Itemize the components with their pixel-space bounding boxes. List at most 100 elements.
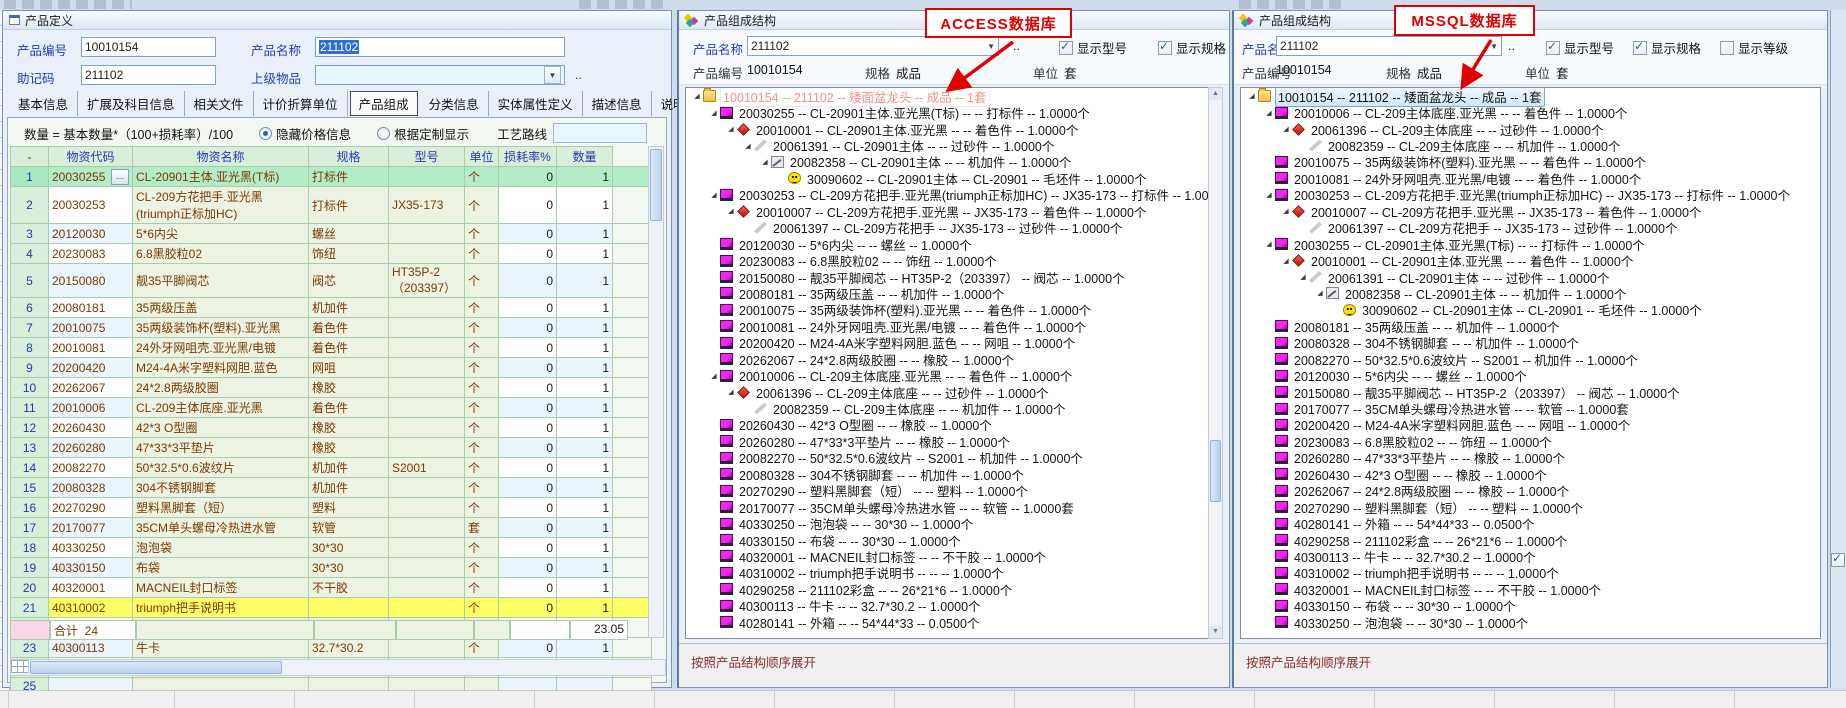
product-name-input[interactable]: 211102 — [315, 37, 565, 57]
product-name-combobox[interactable]: 211102 ▼ — [747, 36, 999, 56]
quantity-cell[interactable]: 1 — [557, 538, 613, 558]
column-header[interactable]: 数量 — [557, 147, 613, 167]
unit-cell[interactable]: 个 — [465, 598, 499, 618]
column-header[interactable]: 物资名称 — [133, 147, 309, 167]
row-number-cell[interactable]: 10 — [11, 378, 49, 398]
material-name-cell[interactable]: 50*32.5*0.6波纹片 — [133, 458, 309, 478]
tree-node[interactable]: 20010006 -- CL-209主体底座.亚光黑 -- -- 着色件 -- … — [686, 367, 1222, 383]
tree-node[interactable]: 20082270 -- 50*32.5*0.6波纹片 -- S2001 -- 机… — [1241, 351, 1820, 367]
model-cell[interactable] — [389, 318, 465, 338]
unit-cell[interactable]: 个 — [465, 187, 499, 224]
tree-node[interactable]: 40310002 -- triumph把手说明书 -- -- -- 1.0000… — [686, 565, 1222, 581]
tree-expander-icon[interactable] — [726, 207, 736, 215]
table-row[interactable]: 16 20270290 … 塑料黑脚套（短） 塑料 个 0 1 — [11, 498, 652, 518]
material-code-cell[interactable]: 20200420 … — [49, 358, 133, 378]
table-row[interactable]: 17 20170077 … 35CM单头螺母冷热进水管 软管 套 0 1 — [11, 518, 652, 538]
toolbar-icons-middle[interactable] — [579, 0, 669, 9]
unit-cell[interactable]: 个 — [465, 358, 499, 378]
table-row[interactable]: 4 20230083 … 6.8黑胶粒02 饰纽 个 0 1 — [11, 244, 652, 264]
quantity-cell[interactable]: 1 — [557, 438, 613, 458]
scrollbar-thumb[interactable] — [1210, 440, 1221, 502]
table-row[interactable]: 11 20010006 … CL-209主体底座.亚光黑 着色件 个 0 1 — [11, 398, 652, 418]
spec-cell[interactable]: 30*30 — [309, 538, 389, 558]
tree-node[interactable]: 20061396 -- CL-209主体底座 -- -- 过砂件 -- 1.00… — [1241, 121, 1820, 137]
material-code-cell[interactable]: 20170077 … — [49, 518, 133, 538]
tree-node[interactable]: 20262067 -- 24*2.8两级胶圈 -- -- 橡胶 -- 1.000… — [1241, 483, 1820, 499]
material-name-cell[interactable]: triumph把手说明书 — [133, 598, 309, 618]
spec-cell[interactable]: 软管 — [309, 518, 389, 538]
tree-expander-icon[interactable] — [709, 372, 719, 380]
tab[interactable]: 实体属性定义 — [489, 91, 583, 116]
model-cell[interactable] — [389, 358, 465, 378]
model-cell[interactable]: JX35-173 — [389, 187, 465, 224]
column-header[interactable]: 损耗率% — [499, 147, 557, 167]
tree-node[interactable]: 10010154 -- 211102 -- 矮面盆龙头 -- 成品 -- 1套 — [1241, 88, 1820, 104]
spec-cell[interactable]: 橡胶 — [309, 378, 389, 398]
material-code-cell[interactable]: 40300113 … — [49, 638, 133, 658]
material-code-cell[interactable]: 20270290 … — [49, 498, 133, 518]
material-name-cell[interactable]: 24*2.8两级胶圈 — [133, 378, 309, 398]
unit-cell[interactable]: 个 — [465, 224, 499, 244]
table-row[interactable]: 12 20260430 … 42*3 O型圈 橡胶 个 0 1 — [11, 418, 652, 438]
spec-cell[interactable]: 橡胶 — [309, 418, 389, 438]
material-code-cell[interactable]: 20120030 … — [49, 224, 133, 244]
material-code-cell[interactable]: 40320001 … — [49, 578, 133, 598]
tree-node[interactable]: 40320001 -- MACNEIL封口标签 -- -- 不干胶 -- 1.0… — [686, 548, 1222, 564]
tree-node[interactable]: 20260430 -- 42*3 O型圈 -- -- 橡胶 -- 1.0000个 — [686, 417, 1222, 433]
quantity-cell[interactable]: 1 — [557, 167, 613, 187]
row-number-cell[interactable]: 2 — [11, 187, 49, 224]
tree-expander-icon[interactable] — [692, 92, 702, 100]
tree-expander-icon[interactable] — [1264, 240, 1274, 248]
unit-cell[interactable]: 个 — [465, 338, 499, 358]
scrollbar-thumb[interactable] — [30, 661, 282, 674]
material-name-cell[interactable]: 47*33*3平垫片 — [133, 438, 309, 458]
spec-cell[interactable]: 32.7*30.2 — [309, 638, 389, 658]
tree-node[interactable]: 40300113 -- 牛卡 -- -- 32.7*30.2 -- 1.0000… — [686, 598, 1222, 614]
spec-cell[interactable]: 着色件 — [309, 398, 389, 418]
loss-rate-cell[interactable]: 0 — [499, 318, 557, 338]
parent-item-browse[interactable]: .. — [575, 68, 582, 82]
tree-expander-icon[interactable] — [1281, 125, 1291, 133]
row-number-cell[interactable]: 6 — [11, 298, 49, 318]
model-cell[interactable] — [389, 298, 465, 318]
toolbar-icons-right[interactable] — [1239, 0, 1347, 9]
mnemonic-input[interactable]: 211102 — [81, 65, 216, 85]
tree-expander-icon[interactable] — [726, 388, 736, 396]
tree-node[interactable]: 20061397 -- CL-209方花把手 -- JX35-173 -- 过砂… — [1241, 220, 1820, 236]
row-number-cell[interactable]: 14 — [11, 458, 49, 478]
row-number-cell[interactable]: 21 — [11, 598, 49, 618]
tree-node[interactable]: 40290258 -- 211102彩盒 -- -- 26*21*6 -- 1.… — [686, 581, 1222, 597]
quantity-cell[interactable]: 1 — [557, 187, 613, 224]
material-name-cell[interactable]: 布袋 — [133, 558, 309, 578]
model-cell[interactable] — [389, 438, 465, 458]
table-row[interactable]: 8 20010081 … 24外牙网咀壳.亚光黑/电镀 着色件 个 0 1 — [11, 338, 652, 358]
tab[interactable]: 分类信息 — [420, 91, 489, 116]
unit-cell[interactable]: 个 — [465, 638, 499, 658]
tree-node[interactable]: 10010154 -- 211102 -- 矮面盆龙头 -- 成品 -- 1套 — [686, 88, 1222, 104]
material-name-cell[interactable]: 304不锈钢脚套 — [133, 478, 309, 498]
table-vertical-scrollbar[interactable] — [648, 146, 664, 638]
tree-node[interactable]: 20262067 -- 24*2.8两级胶圈 -- -- 橡胶 -- 1.000… — [686, 351, 1222, 367]
spec-cell[interactable]: 着色件 — [309, 338, 389, 358]
grid-nav-icon[interactable] — [11, 660, 29, 673]
spec-cell[interactable]: 橡胶 — [309, 438, 389, 458]
tree-node[interactable]: 20082359 -- CL-209主体底座 -- -- 机加件 -- 1.00… — [686, 400, 1222, 416]
row-number-cell[interactable]: 3 — [11, 224, 49, 244]
tree-node[interactable]: 20270290 -- 塑料黑脚套（短） -- -- 塑料 -- 1.0000个 — [686, 483, 1222, 499]
cutoff-checkbox[interactable]: 显 — [1831, 550, 1846, 569]
row-number-cell[interactable]: 8 — [11, 338, 49, 358]
model-cell[interactable] — [389, 378, 465, 398]
tree-node[interactable]: 40300113 -- 牛卡 -- -- 32.7*30.2 -- 1.0000… — [1241, 548, 1820, 564]
column-header[interactable]: 规格 — [309, 147, 389, 167]
material-code-cell[interactable]: 40330150 … — [49, 558, 133, 578]
loss-rate-cell[interactable]: 0 — [499, 378, 557, 398]
show-spec-checkbox[interactable]: 显示规格 — [1633, 38, 1701, 57]
tree-node[interactable]: 20230083 -- 6.8黑胶粒02 -- -- 饰纽 -- 1.0000个 — [686, 252, 1222, 268]
quantity-cell[interactable]: 1 — [557, 518, 613, 538]
spec-cell[interactable]: 机加件 — [309, 458, 389, 478]
material-code-cell[interactable]: 40330250 … — [49, 538, 133, 558]
unit-cell[interactable]: 个 — [465, 298, 499, 318]
table-row[interactable]: 14 20082270 … 50*32.5*0.6波纹片 机加件 S2001 个… — [11, 458, 652, 478]
material-code-cell[interactable]: 40310002 … — [49, 598, 133, 618]
tree-node[interactable]: 20010001 -- CL-20901主体.亚光黑 -- -- 着色件 -- … — [686, 121, 1222, 137]
